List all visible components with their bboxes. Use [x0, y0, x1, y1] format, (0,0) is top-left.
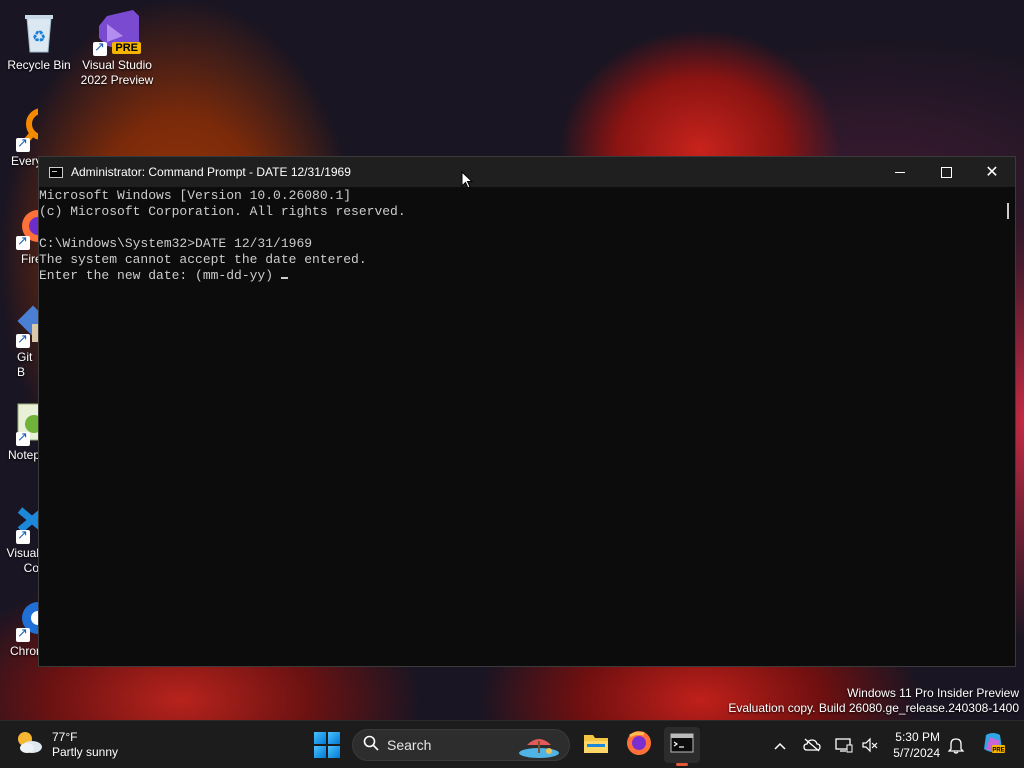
desktop-icon-everything[interactable]: Every	[2, 104, 38, 169]
notepad-plus-plus-icon	[8, 398, 38, 446]
desktop-icon-chrome[interactable]: Chrom	[2, 594, 38, 659]
close-icon: ✕	[985, 164, 999, 181]
mouse-pointer-icon	[461, 170, 474, 195]
visual-studio-icon: PRE	[93, 8, 141, 56]
desktop-icon-label: Visual Co	[6, 546, 38, 575]
taskbar-firefox[interactable]	[621, 727, 657, 763]
windows-logo-tile	[314, 732, 326, 744]
window-title: Administrator: Command Prompt - DATE 12/…	[71, 165, 351, 179]
weather-widget[interactable]: 77°F Partly sunny	[14, 727, 118, 762]
volume-muted-icon[interactable]	[860, 735, 880, 755]
taskbar-search[interactable]: Search	[352, 729, 570, 761]
git-bash-icon	[8, 300, 38, 348]
console-prompt-line[interactable]: Enter the new date: (mm-dd-yy)	[39, 268, 1001, 284]
svg-text:♻: ♻	[32, 29, 46, 46]
shortcut-arrow-icon	[16, 233, 30, 250]
onedrive-icon[interactable]	[802, 735, 822, 755]
start-button[interactable]	[314, 732, 340, 758]
watermark-line: Evaluation copy. Build 26080.ge_release.…	[728, 701, 1019, 715]
console-line: Enter the new date: (mm-dd-yy)	[39, 268, 274, 283]
minimize-icon	[895, 171, 905, 173]
weather-condition: Partly sunny	[52, 744, 119, 759]
text-cursor	[281, 277, 289, 279]
console-line: C:\Windows\System32>DATE 12/31/1969	[39, 236, 313, 251]
console-icon	[49, 166, 63, 178]
vscode-icon	[8, 496, 38, 544]
search-highlight-icon	[517, 733, 561, 764]
show-hidden-icons-button[interactable]	[770, 735, 790, 755]
command-prompt-window[interactable]: Administrator: Command Prompt - DATE 12/…	[38, 156, 1016, 667]
desktop-icon-label: Notep	[8, 448, 38, 462]
folder-icon	[583, 732, 609, 759]
minimize-button[interactable]	[877, 157, 923, 187]
notification-bell-icon[interactable]	[946, 735, 966, 755]
close-button[interactable]: ✕	[969, 157, 1015, 187]
taskbar-terminal[interactable]	[664, 727, 700, 766]
maximize-icon	[940, 166, 952, 178]
network-display-icon[interactable]	[834, 735, 854, 755]
desktop-icon-label: Chrom	[10, 644, 38, 658]
desktop-icon-label: Recycle Bin	[7, 58, 71, 72]
weather-temperature: 77°F	[52, 729, 78, 744]
desktop-icon-firefox[interactable]: Fire	[2, 202, 38, 267]
shortcut-arrow-icon	[16, 331, 30, 348]
windows-logo-tile	[328, 746, 340, 758]
chrome-icon	[8, 594, 38, 642]
shortcut-arrow-icon	[16, 429, 30, 446]
preview-badge: PRE	[112, 42, 141, 54]
shortcut-arrow-icon	[16, 625, 30, 642]
taskbar-clock[interactable]: 5:30 PM 5/7/2024	[884, 729, 940, 761]
console-line: Microsoft Windows [Version 10.0.26080.1]	[39, 188, 352, 203]
everything-search-icon	[8, 104, 38, 152]
copilot-preview-icon[interactable]: PRE	[980, 731, 1006, 757]
console-output[interactable]: Microsoft Windows [Version 10.0.26080.1]…	[39, 187, 1001, 666]
desktop-icon-label: Fire	[21, 252, 38, 266]
svg-text:PRE: PRE	[992, 748, 1004, 754]
search-icon	[363, 735, 379, 756]
desktop-icon-label: Visual Studio 2022 Preview	[80, 58, 154, 87]
console-line: (c) Microsoft Corporation. All rights re…	[39, 204, 406, 219]
window-titlebar[interactable]: Administrator: Command Prompt - DATE 12/…	[39, 157, 1015, 187]
clock-date: 5/7/2024	[893, 746, 940, 760]
desktop-icon-git-bash[interactable]: Git B	[2, 300, 38, 380]
windows-logo-tile	[328, 732, 340, 744]
taskbar-file-explorer[interactable]	[578, 727, 614, 763]
evaluation-watermark: Windows 11 Pro Insider Preview Evaluatio…	[728, 686, 1019, 716]
watermark-line: Windows 11 Pro Insider Preview	[847, 686, 1019, 700]
firefox-icon	[8, 202, 38, 250]
desktop-icon-recycle-bin[interactable]: ♻ Recycle Bin	[2, 8, 76, 73]
desktop-icon-notepad-plus[interactable]: Notep	[2, 398, 38, 463]
desktop-icon-vscode[interactable]: Visual Co	[2, 496, 38, 576]
recycle-bin-icon: ♻	[15, 8, 63, 56]
maximize-button[interactable]	[923, 157, 969, 187]
chevron-up-icon	[774, 737, 786, 753]
shortcut-arrow-icon	[16, 527, 30, 544]
desktop-icon-label: Every	[11, 154, 38, 168]
shortcut-arrow-icon	[93, 39, 107, 56]
firefox-icon	[626, 730, 652, 761]
scrollbar-thumb[interactable]	[1007, 203, 1009, 219]
shortcut-arrow-icon	[16, 135, 30, 152]
partly-sunny-icon	[14, 727, 44, 762]
desktop-icon-visual-studio-preview[interactable]: PRE Visual Studio 2022 Preview	[80, 8, 154, 88]
taskbar: 77°F Partly sunny Search 5:30 PM 5/7/202…	[0, 720, 1024, 768]
desktop-icon-label: Git B	[17, 350, 33, 379]
clock-time: 5:30 PM	[895, 730, 940, 744]
search-label: Search	[387, 737, 432, 753]
console-line: The system cannot accept the date entere…	[39, 252, 367, 267]
terminal-icon	[670, 733, 694, 758]
windows-logo-tile	[314, 746, 326, 758]
vertical-scrollbar[interactable]	[1001, 187, 1015, 666]
